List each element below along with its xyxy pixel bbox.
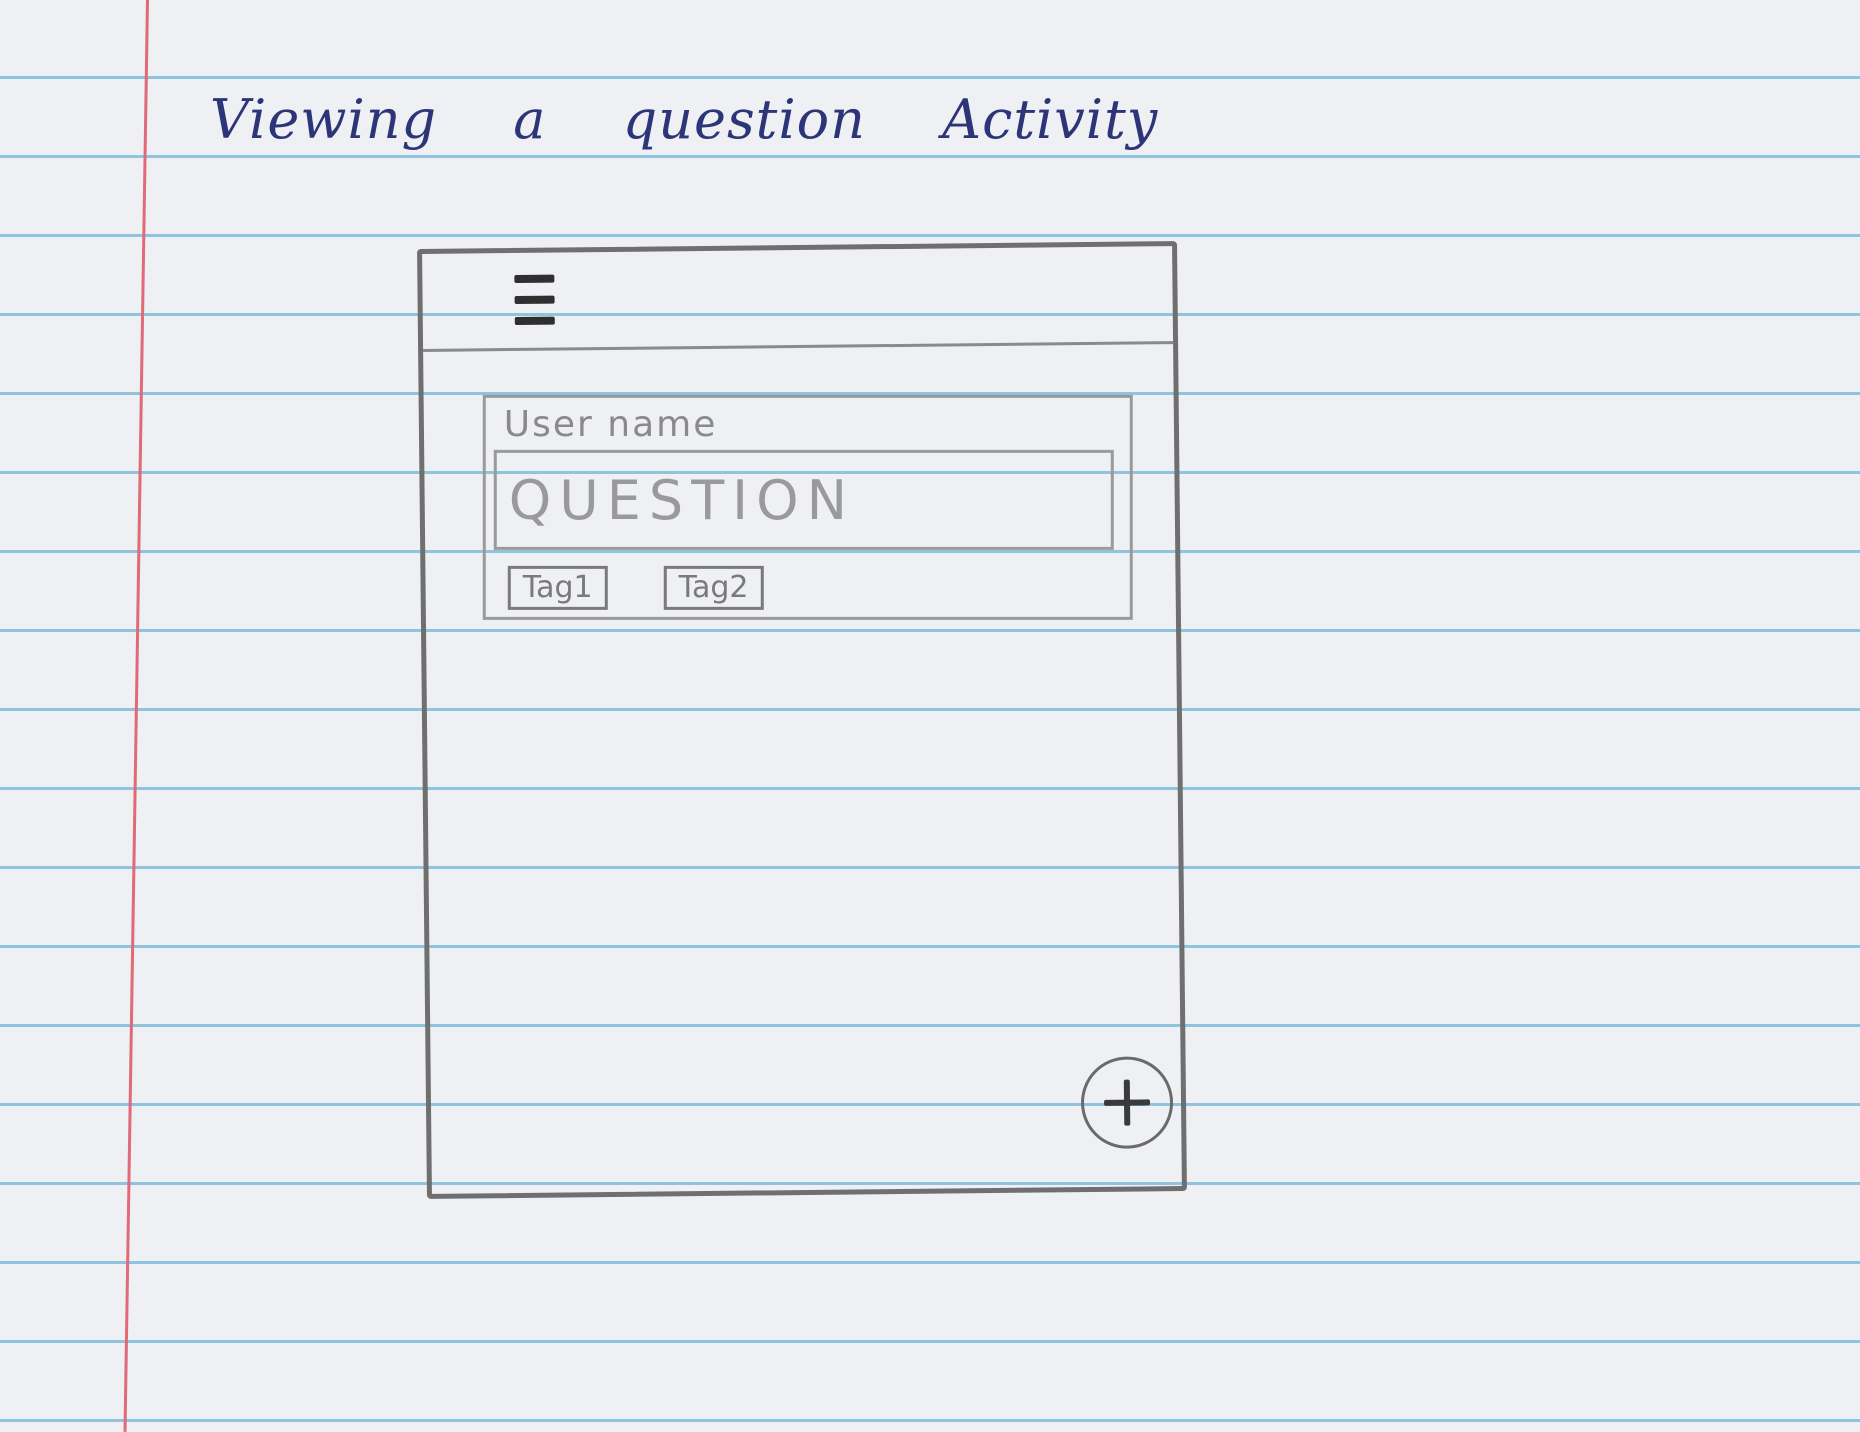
tag-chip-1[interactable]: Tag1 [507,565,608,610]
page-title: Viewing a question Activity [210,88,1159,151]
tag-chip-2[interactable]: Tag2 [663,565,764,610]
add-button[interactable] [1080,1056,1174,1150]
hamburger-menu-icon[interactable] [514,274,555,325]
question-text: QUESTION [508,468,856,532]
question-card[interactable]: User name QUESTION Tag1 Tag2 [482,394,1133,620]
user-name-label: User name [503,403,718,445]
menu-bar [514,295,555,304]
app-toolbar [422,246,1174,352]
question-box: QUESTION [493,449,1114,550]
menu-bar [514,274,555,283]
tag-list: Tag1 Tag2 [507,565,764,610]
plus-icon [1084,1059,1171,1146]
notebook-margin-line [123,0,149,1432]
menu-bar [514,316,555,325]
phone-frame: User name QUESTION Tag1 Tag2 [417,241,1187,1199]
